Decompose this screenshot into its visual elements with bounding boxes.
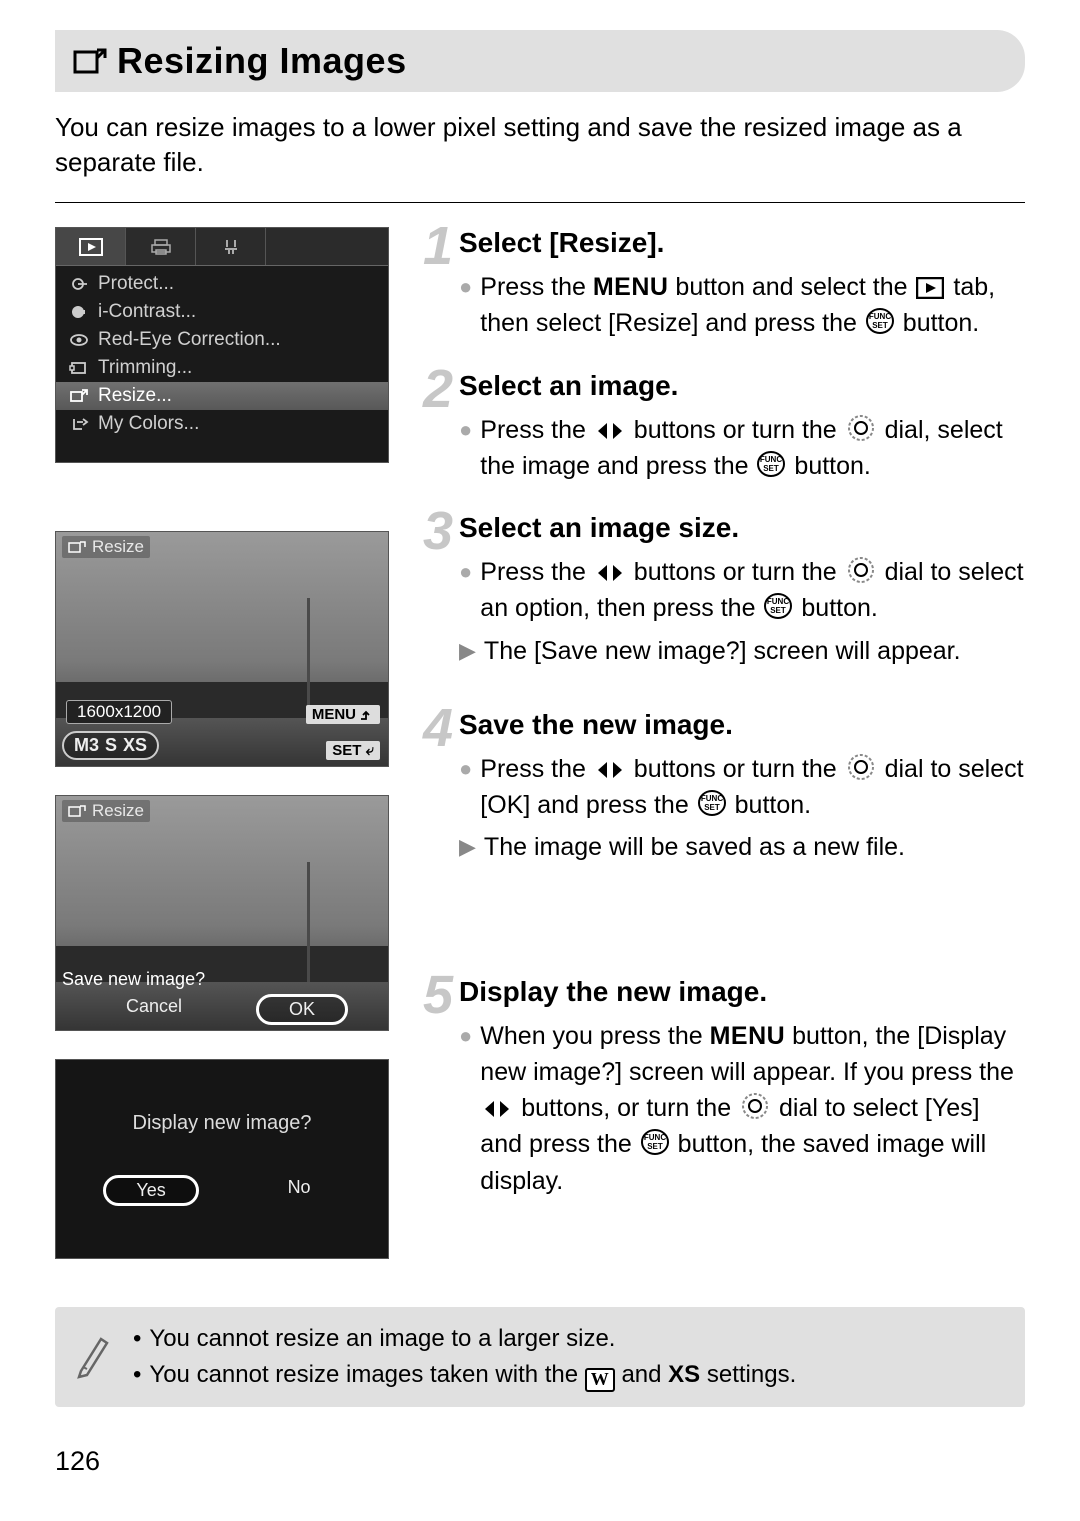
step-bullet: ▶The image will be saved as a new file. bbox=[459, 829, 1025, 865]
divider bbox=[55, 202, 1025, 203]
display-prompt-text: Display new image? bbox=[133, 1112, 312, 1135]
screen-header: Resize bbox=[62, 800, 150, 822]
section-title-bar: Resizing Images bbox=[55, 30, 1025, 92]
step: 5Display the new image.●When you press t… bbox=[429, 976, 1025, 1199]
pencil-icon bbox=[73, 1331, 115, 1379]
menu-item-icon bbox=[68, 276, 90, 292]
size-s[interactable]: S bbox=[105, 735, 117, 756]
menu-item-icon bbox=[68, 304, 90, 320]
menu-item-icon bbox=[68, 416, 90, 432]
svg-text:SET: SET bbox=[704, 803, 720, 812]
set-hint-badge: SET ⤶ bbox=[326, 741, 380, 760]
svg-text:FUNC: FUNC bbox=[701, 794, 723, 803]
save-prompt-text: Save new image? bbox=[62, 969, 205, 990]
menu-item-label: Trimming... bbox=[98, 357, 192, 379]
menu-item[interactable]: Resize... bbox=[56, 382, 388, 410]
step-bullet: ●Press the buttons or turn the dial to s… bbox=[459, 751, 1025, 824]
step-title: Select an image size. bbox=[459, 512, 1025, 544]
menu-item-icon bbox=[68, 360, 90, 376]
camera-tabs bbox=[56, 228, 388, 266]
note-line: •You cannot resize an image to a larger … bbox=[133, 1321, 1007, 1357]
yes-button[interactable]: Yes bbox=[103, 1175, 198, 1206]
svg-text:FUNC: FUNC bbox=[767, 597, 789, 606]
camera-save-screen: Resize Save new image? Cancel OK bbox=[55, 795, 389, 1031]
svg-text:FUNC: FUNC bbox=[760, 455, 782, 464]
step: 4Save the new image.●Press the buttons o… bbox=[429, 709, 1025, 866]
step-bullet: ▶The [Save new image?] screen will appea… bbox=[459, 633, 1025, 669]
menu-item[interactable]: My Colors... bbox=[56, 410, 388, 438]
menu-item-label: Protect... bbox=[98, 273, 174, 295]
no-button[interactable]: No bbox=[258, 1175, 341, 1206]
svg-text:FUNC: FUNC bbox=[869, 312, 891, 321]
menu-item-icon bbox=[68, 388, 90, 404]
svg-text:SET: SET bbox=[764, 464, 780, 473]
screen-header-text: Resize bbox=[92, 537, 144, 557]
step-title: Display the new image. bbox=[459, 976, 1025, 1008]
menu-item-label: i-Contrast... bbox=[98, 301, 196, 323]
menu-item-label: Resize... bbox=[98, 385, 172, 407]
resize-icon bbox=[73, 46, 107, 76]
step: 2Select an image.●Press the buttons or t… bbox=[429, 370, 1025, 485]
intro-text: You can resize images to a lower pixel s… bbox=[55, 110, 1025, 180]
page-number: 126 bbox=[55, 1446, 100, 1477]
menu-item-label: My Colors... bbox=[98, 413, 199, 435]
svg-text:SET: SET bbox=[771, 606, 787, 615]
notes-box: •You cannot resize an image to a larger … bbox=[55, 1307, 1025, 1407]
menu-item-label: Red-Eye Correction... bbox=[98, 329, 281, 351]
size-m3[interactable]: M3 bbox=[74, 735, 99, 756]
menu-item[interactable]: Trimming... bbox=[56, 354, 388, 382]
screen-header: Resize bbox=[62, 536, 150, 558]
step-number: 1 bbox=[423, 215, 453, 277]
step-bullet: ●Press the MENU button and select the ta… bbox=[459, 269, 1025, 342]
menu-item-icon bbox=[68, 332, 90, 348]
svg-text:SET: SET bbox=[647, 1142, 663, 1151]
step-title: Select an image. bbox=[459, 370, 1025, 402]
camera-size-screen: Resize 1600x1200 MENU M3 S XS SET ⤶ bbox=[55, 531, 389, 767]
menu-item[interactable]: Red-Eye Correction... bbox=[56, 326, 388, 354]
note-line: •You cannot resize images taken with the… bbox=[133, 1357, 1007, 1393]
step-title: Save the new image. bbox=[459, 709, 1025, 741]
step: 1Select [Resize].●Press the MENU button … bbox=[429, 227, 1025, 342]
camera-menu-screen: Protect... i-Contrast... Red-Eye Correctio… bbox=[55, 227, 389, 463]
step-number: 5 bbox=[423, 964, 453, 1026]
svg-text:SET: SET bbox=[872, 321, 888, 330]
print-tab[interactable] bbox=[126, 228, 196, 265]
camera-display-dialog: Display new image? Yes No bbox=[55, 1059, 389, 1259]
step-number: 3 bbox=[423, 500, 453, 562]
menu-hint-badge: MENU bbox=[306, 705, 380, 724]
ok-button[interactable]: OK bbox=[256, 994, 348, 1025]
playback-tab[interactable] bbox=[56, 228, 126, 265]
step-number: 2 bbox=[423, 358, 453, 420]
cancel-button[interactable]: Cancel bbox=[96, 994, 212, 1025]
menu-item[interactable]: Protect... bbox=[56, 270, 388, 298]
size-options[interactable]: M3 S XS bbox=[62, 731, 159, 760]
svg-text:FUNC: FUNC bbox=[644, 1133, 666, 1142]
step: 3Select an image size.●Press the buttons… bbox=[429, 512, 1025, 669]
step-title: Select [Resize]. bbox=[459, 227, 1025, 259]
section-title: Resizing Images bbox=[117, 40, 407, 82]
resolution-badge: 1600x1200 bbox=[66, 700, 172, 724]
screen-header-text: Resize bbox=[92, 801, 144, 821]
step-bullet: ●When you press the MENU button, the [Di… bbox=[459, 1018, 1025, 1199]
step-number: 4 bbox=[423, 697, 453, 759]
menu-item[interactable]: i-Contrast... bbox=[56, 298, 388, 326]
step-bullet: ●Press the buttons or turn the dial, sel… bbox=[459, 412, 1025, 485]
setup-tab[interactable] bbox=[196, 228, 266, 265]
step-bullet: ●Press the buttons or turn the dial to s… bbox=[459, 554, 1025, 627]
size-xs[interactable]: XS bbox=[123, 735, 147, 756]
